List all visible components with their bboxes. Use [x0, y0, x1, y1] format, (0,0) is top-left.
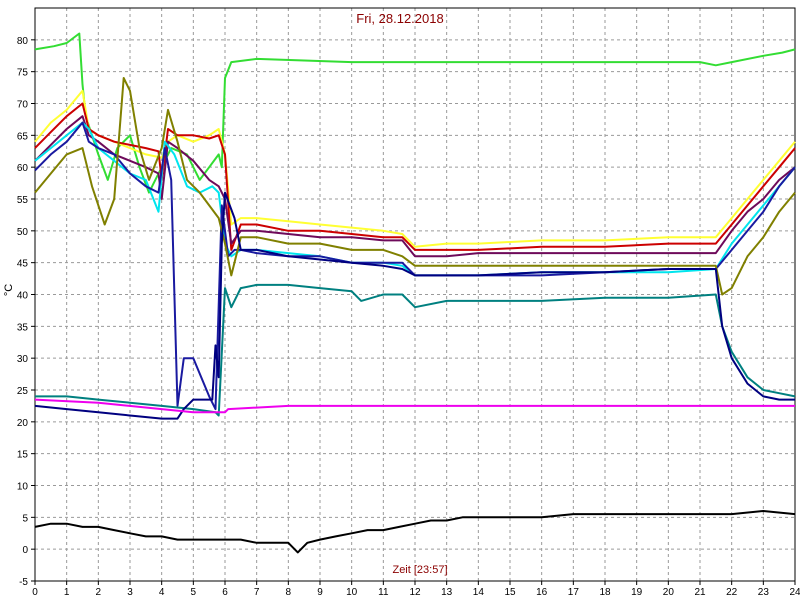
x-tick-label: 24 [789, 587, 800, 598]
x-tick-label: 2 [96, 587, 102, 598]
x-tick-label: 0 [32, 587, 38, 598]
y-tick-label: 30 [17, 354, 29, 365]
x-tick-label: 8 [286, 587, 292, 598]
x-tick-label: 7 [254, 587, 260, 598]
chart-title: Fri, 28.12.2018 [356, 11, 443, 26]
x-tick-label: 23 [758, 587, 770, 598]
y-tick-label: 60 [17, 163, 29, 174]
y-tick-label: 10 [17, 482, 29, 493]
x-tick-label: 19 [631, 587, 643, 598]
y-axis-label: °C [3, 284, 15, 296]
y-tick-label: 35 [17, 322, 29, 333]
y-tick-label: -5 [19, 577, 28, 588]
x-tick-label: 4 [159, 587, 165, 598]
x-tick-label: 9 [317, 587, 323, 598]
y-tick-label: 15 [17, 450, 29, 461]
x-tick-label: 22 [726, 587, 738, 598]
x-tick-label: 21 [694, 587, 706, 598]
x-axis-label: Zeit [23:57] [392, 564, 447, 576]
y-tick-label: 70 [17, 100, 29, 111]
x-tick-label: 10 [346, 587, 358, 598]
chart-background [0, 0, 800, 600]
x-tick-label: 15 [504, 587, 516, 598]
y-tick-label: 25 [17, 386, 29, 397]
x-tick-label: 18 [599, 587, 611, 598]
x-tick-label: 11 [378, 587, 389, 598]
x-tick-label: 5 [191, 587, 197, 598]
x-tick-label: 14 [473, 587, 485, 598]
y-tick-label: 40 [17, 291, 29, 302]
y-tick-label: 75 [17, 68, 29, 79]
y-tick-label: 80 [17, 36, 29, 47]
y-tick-label: 0 [22, 545, 28, 556]
x-tick-label: 13 [441, 587, 453, 598]
y-tick-label: 65 [17, 131, 29, 142]
x-tick-label: 17 [568, 587, 580, 598]
y-tick-label: 20 [17, 418, 29, 429]
y-tick-label: 55 [17, 195, 29, 206]
y-tick-label: 50 [17, 227, 29, 238]
x-tick-label: 6 [222, 587, 228, 598]
y-tick-label: 5 [22, 513, 28, 524]
x-tick-label: 3 [127, 587, 133, 598]
temperature-line-chart: -505101520253035404550556065707580 01234… [0, 0, 800, 600]
y-tick-label: 45 [17, 259, 29, 270]
x-tick-label: 12 [409, 587, 421, 598]
x-tick-label: 1 [64, 587, 70, 598]
x-tick-label: 16 [536, 587, 548, 598]
x-tick-label: 20 [663, 587, 675, 598]
